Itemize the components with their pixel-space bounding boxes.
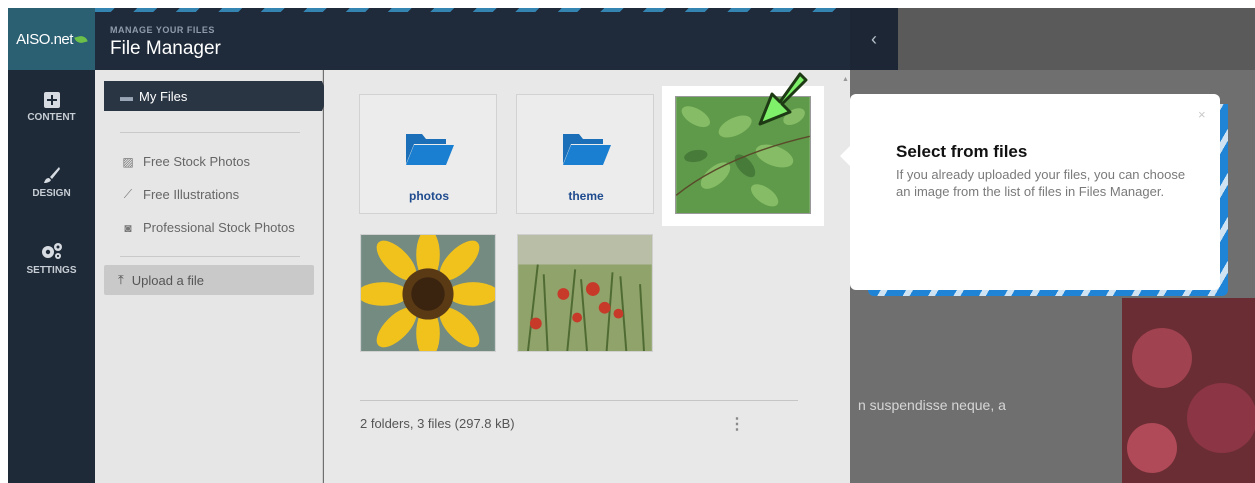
- rail-item-content[interactable]: CONTENT: [8, 92, 95, 123]
- top-bar-right: [898, 8, 1255, 70]
- header-eyebrow: MANAGE YOUR FILES: [110, 25, 215, 35]
- rail-item-settings[interactable]: SETTINGS: [8, 241, 95, 276]
- file-thumbnail-poppies[interactable]: [517, 234, 653, 352]
- tooltip-body: If you already uploaded your files, you …: [896, 167, 1186, 199]
- logo[interactable]: AISO.net: [8, 8, 95, 70]
- upload-file-button[interactable]: ⤒ Upload a file: [104, 265, 314, 295]
- page-title: File Manager: [110, 38, 221, 59]
- left-rail: AISO.net CONTENT DESIGN SETTINGS: [8, 8, 95, 483]
- folder-icon: [563, 134, 611, 165]
- rail-item-design[interactable]: DESIGN: [8, 166, 95, 199]
- close-icon[interactable]: ×: [1198, 107, 1206, 122]
- app-frame: AISO.net CONTENT DESIGN SETTINGS ‹ MANAG…: [8, 8, 1255, 483]
- folder-name: photos: [409, 189, 449, 203]
- folder-name: theme: [568, 189, 604, 203]
- images-icon: ▨: [122, 154, 134, 169]
- collapse-panel-button[interactable]: ‹: [850, 8, 898, 70]
- file-manager-nav: ▬ My Files ▨ Free Stock Photos ⟋ Free Illus…: [95, 70, 328, 483]
- background-paragraph: n suspendisse neque, a: [858, 397, 1006, 413]
- rail-label: SETTINGS: [26, 265, 77, 276]
- nav-label: Free Illustrations: [143, 187, 240, 202]
- folder-tile[interactable]: theme: [516, 94, 654, 214]
- divider: [360, 400, 798, 401]
- nav-item-free-illustrations[interactable]: ⟋ Free Illustrations: [120, 187, 239, 202]
- tooltip-pointer: [840, 146, 850, 166]
- nav-item-professional-stock-photos[interactable]: ◙ Professional Stock Photos: [120, 220, 295, 235]
- folder-icon: [406, 134, 454, 165]
- camera-icon: ◙: [124, 220, 132, 235]
- tooltip-title: Select from files: [896, 142, 1028, 161]
- leaf-icon: [74, 34, 88, 44]
- tooltip-card: × Select from files If you already uploa…: [840, 94, 1220, 290]
- file-thumbnail-sunflower[interactable]: [360, 234, 496, 352]
- onboarding-tooltip: × Select from files If you already uploa…: [840, 94, 1228, 296]
- arrow-pointer-icon: [758, 72, 808, 126]
- nav-item-my-files[interactable]: ▬ My Files: [104, 81, 328, 111]
- more-options-icon[interactable]: ⋮: [729, 414, 745, 434]
- nav-label: My Files: [139, 89, 188, 104]
- header-stripe: [95, 8, 850, 12]
- rail-label: DESIGN: [32, 188, 71, 199]
- nav-label: Professional Stock Photos: [143, 220, 295, 235]
- brush-icon: ⟋: [123, 187, 133, 201]
- upload-label: Upload a file: [131, 272, 205, 288]
- plus-square-icon: [43, 92, 60, 108]
- divider: [120, 256, 300, 257]
- brush-icon: [43, 167, 60, 183]
- logo-text: AISO.net: [16, 30, 73, 48]
- gears-icon: [41, 243, 62, 259]
- background-photo: [1122, 298, 1255, 483]
- nav-item-free-stock-photos[interactable]: ▨ Free Stock Photos: [120, 154, 250, 169]
- scroll-up-icon[interactable]: ▲: [842, 76, 849, 83]
- folder-tile[interactable]: photos: [359, 94, 497, 214]
- chevron-left-icon: ‹: [871, 28, 877, 49]
- rail-label: CONTENT: [27, 112, 76, 123]
- folder-icon: ▬: [120, 89, 133, 104]
- divider: [120, 132, 300, 133]
- files-summary: 2 folders, 3 files (297.8 kB): [360, 416, 515, 431]
- upload-icon: ⤒: [118, 272, 124, 287]
- nav-label: Free Stock Photos: [143, 154, 250, 169]
- file-manager-header: MANAGE YOUR FILES File Manager: [95, 8, 850, 70]
